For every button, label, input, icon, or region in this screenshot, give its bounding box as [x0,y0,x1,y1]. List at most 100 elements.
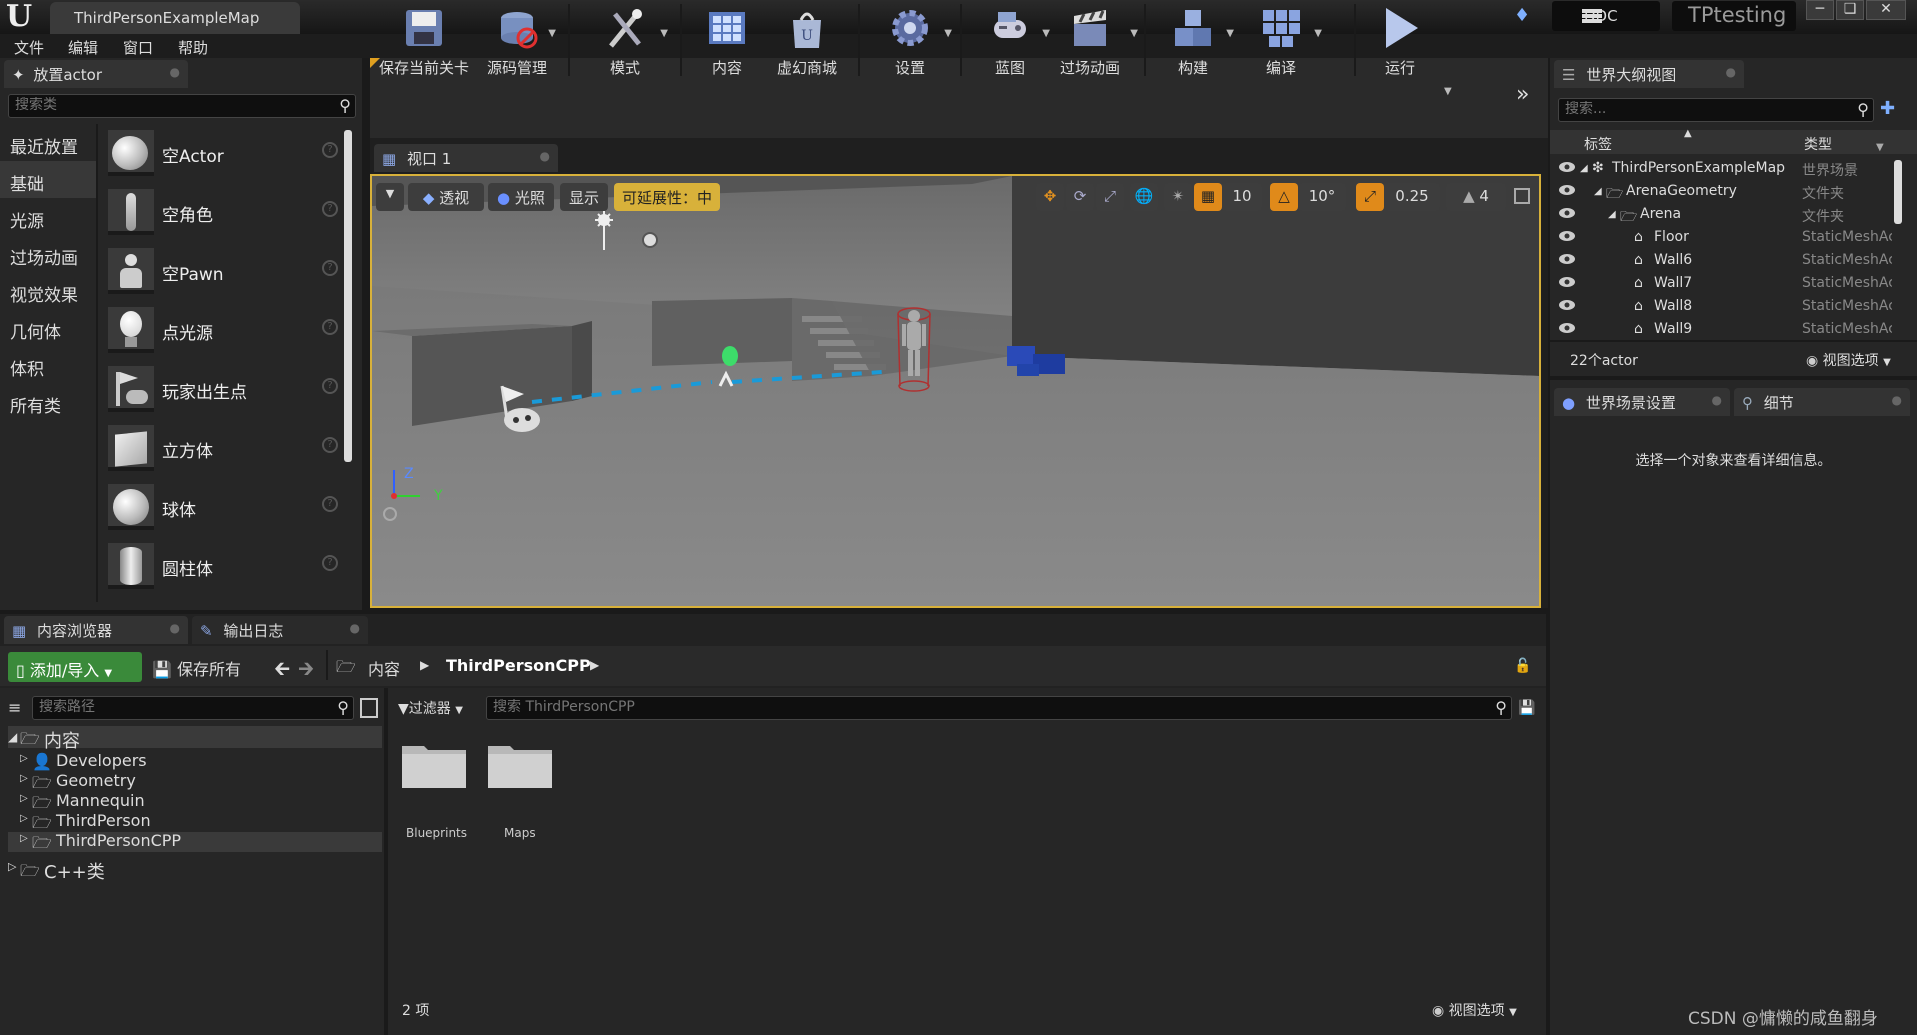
visibility-eye-icon[interactable] [1558,276,1576,288]
close-tab-icon[interactable]: ● [170,65,180,79]
cinematics-button[interactable]: 过场动画 ▼ [1040,0,1140,80]
tree-collapse-icon[interactable]: ≡ [8,698,21,717]
play-options-arrow-icon[interactable]: ▼ [1444,86,1452,97]
column-label-header[interactable]: 标签 [1584,134,1612,154]
path-search[interactable]: ⚲ [32,696,354,720]
menu-edit[interactable]: 编辑 [68,37,98,57]
perspective-button[interactable]: ◆ 透视 [408,183,484,211]
actor-item-sphere[interactable]: 球体 ? [104,480,340,536]
close-tab-icon[interactable]: ● [350,621,360,635]
help-icon[interactable]: ? [322,555,338,571]
help-icon[interactable]: ? [322,496,338,512]
world-settings-tab[interactable]: ● 世界场景设置 ● [1554,388,1730,416]
tree-expand-icon[interactable]: ◢ [1580,163,1588,174]
close-tab-icon[interactable]: ● [1892,393,1902,407]
category-visual-effects[interactable]: 视觉效果 [0,272,96,309]
tree-expand-icon[interactable]: ◢ [1608,209,1616,220]
outliner-row[interactable]: ⌂ Wall9 StaticMeshActor [1550,319,1892,342]
sort-arrow-icon[interactable]: ▲ [1684,128,1692,139]
help-icon[interactable]: ? [322,437,338,453]
tree-expand-icon[interactable]: ▷ [20,833,28,853]
level-viewport[interactable]: Z Y [370,174,1541,608]
asset-search[interactable]: ⚲ [486,696,1512,720]
actor-item-empty-actor[interactable]: 空Actor ? [104,126,340,182]
actor-item-cube[interactable]: 立方体 ? [104,421,340,477]
close-tab-icon[interactable]: ● [1726,65,1736,79]
source-control-icon[interactable]: ♦ [1514,5,1540,29]
visibility-eye-icon[interactable] [1558,299,1576,311]
document-tab[interactable]: ThirdPersonExampleMap [50,2,300,34]
visibility-eye-icon[interactable] [1558,161,1576,173]
dropdown-arrow-icon[interactable]: ▼ [660,28,668,39]
forward-arrow-icon[interactable]: 🡲 [298,654,314,688]
add-actor-icon[interactable]: ✚ [1880,98,1895,119]
actor-item-empty-pawn[interactable]: 空Pawn ? [104,244,340,300]
save-current-level-button[interactable]: 保存当前关卡 [378,0,470,80]
filters-button[interactable]: ▼过滤器 ▼ [398,698,463,718]
scale-snap-value[interactable]: 0.25 [1384,183,1440,211]
visibility-eye-icon[interactable] [1558,230,1576,242]
marketplace-button[interactable]: U 虚幻商城 [762,0,852,80]
scale-snap-icon[interactable]: ⤢ [1356,183,1384,211]
maximize-viewport-icon[interactable] [1514,188,1530,204]
settings-button[interactable]: 设置 ▼ [866,0,954,80]
dropdown-arrow-icon[interactable]: ▼ [1314,28,1322,39]
outliner-row[interactable]: ◢ 🗁 ArenaGeometry 文件夹 [1550,181,1890,204]
menu-file[interactable]: 文件 [14,37,44,57]
asset-view-options-button[interactable]: ◉ 视图选项 ▼ [1432,1000,1517,1020]
outliner-row[interactable]: ⌂ Floor StaticMeshActor [1550,227,1892,250]
content-browser-tab[interactable]: ▦ 内容浏览器 ● [4,616,188,644]
folder-item-blueprints[interactable] [400,742,470,794]
close-tab-icon[interactable]: ● [540,149,550,163]
outliner-row[interactable]: ⌂ Wall8 StaticMeshActor [1550,296,1892,319]
close-tab-icon[interactable]: ● [170,621,180,635]
help-icon[interactable]: ? [322,378,338,394]
path-view-options-icon[interactable] [360,698,378,718]
camera-speed-button[interactable]: ▲ 4 [1446,183,1506,211]
play-button[interactable]: 运行 [1362,0,1438,80]
dropdown-arrow-icon[interactable]: ▼ [548,28,556,39]
outliner-row[interactable]: ⌂ Wall7 StaticMeshActor [1550,273,1892,296]
actor-item-cylinder[interactable]: 圆柱体 ? [104,539,340,595]
folder-item-maps[interactable] [486,742,556,794]
category-geometry[interactable]: 几何体 [0,309,96,346]
category-lights[interactable]: 光源 [0,198,96,235]
grid-snap-value[interactable]: 10 [1222,183,1262,211]
rotate-tool-icon[interactable]: ⟳ [1066,183,1094,211]
visibility-eye-icon[interactable] [1558,207,1576,219]
add-import-button[interactable]: ▯ 添加/导入 ▼ [8,652,142,682]
path-search-input[interactable] [39,699,347,715]
actor-item-point-light[interactable]: 点光源 ? [104,303,340,359]
scale-tool-icon[interactable]: ⤢ [1096,183,1124,211]
column-type-header[interactable]: 类型 [1804,134,1832,154]
viewport-options-dropdown[interactable]: ▼ [376,183,404,211]
outliner-search-input[interactable] [1565,101,1867,117]
help-icon[interactable]: ? [322,142,338,158]
world-outliner-tab[interactable]: ☰ 世界大纲视图 ● [1554,60,1744,88]
place-actor-search[interactable]: ⚲ [8,94,356,118]
category-volumes[interactable]: 体积 [0,346,96,383]
close-tab-icon[interactable]: ● [1712,393,1722,407]
breadcrumb-chevron-icon[interactable]: ▶ [590,658,599,672]
scalability-button[interactable]: 可延展性：中 [614,183,720,211]
output-log-tab[interactable]: ✎ 输出日志 ● [192,616,368,644]
help-icon[interactable]: ? [322,319,338,335]
maximize-button[interactable]: ❑ [1836,0,1864,20]
build-button[interactable]: 构建 ▼ [1150,0,1236,80]
asset-search-input[interactable] [493,699,1505,715]
visibility-eye-icon[interactable] [1558,184,1576,196]
tree-expand-icon[interactable]: ◢ [8,730,17,750]
unreal-logo-icon[interactable]: U [6,2,40,32]
source-control-button[interactable]: 源码管理 ▼ [476,0,558,80]
save-all-button[interactable]: 💾 保存所有 [152,656,241,680]
outliner-search[interactable]: ⚲ [1558,98,1874,122]
dropdown-arrow-icon[interactable]: ▼ [1226,28,1234,39]
content-button[interactable]: 内容 [690,0,764,80]
grid-snap-icon[interactable]: ▦ [1194,183,1222,211]
outliner-view-options-button[interactable]: ◉ 视图选项 ▼ [1806,350,1891,370]
rotation-snap-value[interactable]: 10° [1298,183,1346,211]
tree-cpp-label[interactable]: C++类 [44,858,105,883]
visibility-eye-icon[interactable] [1558,322,1576,334]
actor-list-scrollbar[interactable] [344,130,352,462]
place-actor-tab[interactable]: ✦ 放置actor ● [4,60,188,88]
